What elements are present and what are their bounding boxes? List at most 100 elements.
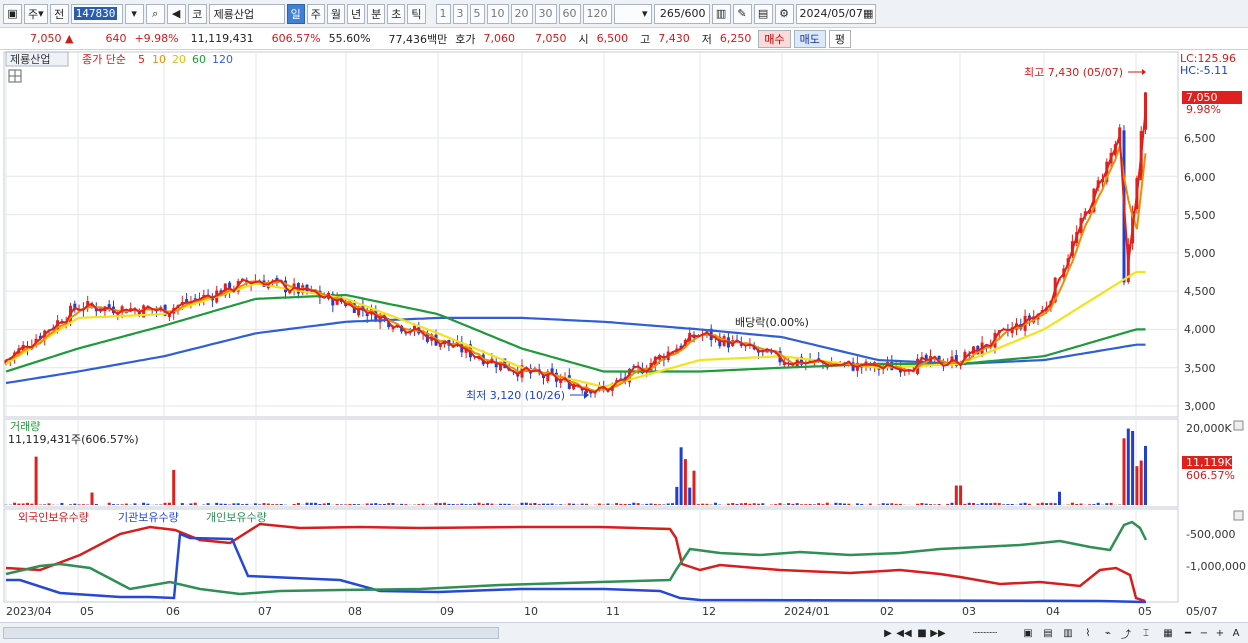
ma20-label: 20	[172, 53, 186, 66]
volume-bar	[60, 502, 64, 505]
period-year[interactable]: 년	[347, 3, 366, 24]
window-icon-2[interactable]: ▥	[1060, 625, 1076, 641]
buy-button[interactable]: 매수	[758, 29, 791, 48]
volume-bar	[886, 503, 889, 505]
volume-bar	[585, 503, 588, 505]
y-tick-6500: 6,500	[1184, 132, 1216, 145]
speaker-icon[interactable]: ◀	[166, 3, 186, 24]
volume-bar	[305, 502, 309, 505]
interval-30[interactable]: 30	[534, 3, 557, 24]
volume-bar	[507, 503, 511, 505]
gear-icon[interactable]: ⚙	[774, 3, 794, 24]
screenshot-icon[interactable]: ▣	[1020, 625, 1036, 641]
interval-1[interactable]: 1	[435, 3, 451, 24]
code-dropdown-button[interactable]: ▾	[124, 3, 144, 24]
stock-chart[interactable]: 제룡산업 종가 단순 5 10 20 60 120 LC:125.96 HC:-…	[0, 50, 1248, 622]
count-field[interactable]: 265/600	[653, 3, 710, 24]
period-day[interactable]: 일	[286, 3, 305, 24]
current-price: 7,050 ▲	[30, 32, 74, 45]
zoom-out-icon[interactable]: −	[1196, 625, 1212, 641]
layout-icon[interactable]: ▤	[1040, 625, 1056, 641]
volume-bar	[688, 487, 692, 505]
volume-bar	[374, 503, 378, 505]
volume-pane-close-icon[interactable]	[1233, 420, 1244, 431]
indicator-icon[interactable]: ⌁	[1100, 625, 1116, 641]
interval-20[interactable]: 20	[510, 3, 533, 24]
open-price: 6,500	[596, 32, 629, 45]
period-month[interactable]: 월	[326, 3, 346, 24]
interval-3[interactable]: 3	[452, 3, 468, 24]
volume-bar	[855, 503, 859, 505]
date-field[interactable]: 2024/05/07 ▦	[795, 3, 876, 24]
draw-tool-icon[interactable]: ⌇	[1080, 625, 1096, 641]
volume-bar	[34, 456, 38, 505]
period-second[interactable]: 초	[387, 3, 406, 24]
sell-button[interactable]: 매도	[793, 29, 826, 48]
volume-bar	[292, 503, 296, 505]
interval-5[interactable]: 5	[469, 3, 485, 24]
trend-icon[interactable]: ⤴	[1118, 625, 1134, 641]
market-select[interactable]: 주 ▾	[24, 3, 48, 24]
high-price: 7,430	[658, 32, 690, 45]
kind-label[interactable]: 코	[187, 3, 207, 24]
period-week[interactable]: 주	[306, 3, 325, 24]
window-icon[interactable]: ▣	[3, 3, 22, 24]
volume-bar	[1105, 503, 1109, 505]
prev-button[interactable]: 전	[49, 3, 69, 24]
period-tick[interactable]: 틱	[407, 3, 426, 24]
volume-bar	[1058, 491, 1061, 505]
volume-bar	[120, 504, 124, 505]
zoom-slider[interactable]: ┈┈┈┈	[955, 625, 1015, 641]
volume-bar	[632, 502, 636, 505]
x-tick-label: 08	[348, 605, 362, 618]
volume-bar	[279, 504, 283, 505]
fast-forward-icon[interactable]: ▶▶	[930, 625, 946, 641]
zoom-in-icon[interactable]: +	[1212, 625, 1228, 641]
volume-bar	[443, 502, 447, 505]
volume-bar	[550, 503, 554, 505]
volume-bar	[206, 503, 210, 505]
stock-name-field[interactable]: 제룡산업	[208, 3, 285, 24]
calendar-icon[interactable]: ▦	[863, 7, 873, 20]
volume-info: 11,119,431주(606.57%)	[8, 433, 139, 446]
volume-bar	[937, 503, 941, 505]
volume-bar	[1122, 438, 1126, 505]
save-icon[interactable]: ▤	[753, 3, 773, 24]
rewind-icon[interactable]: ◀◀	[896, 625, 912, 641]
volume-bar	[43, 504, 47, 505]
volume-bar	[752, 503, 756, 505]
volume-bar	[447, 503, 451, 505]
volume-bar	[954, 485, 958, 505]
volume-bar	[838, 503, 842, 505]
interval-10[interactable]: 10	[486, 3, 509, 24]
stop-icon[interactable]: ■	[914, 625, 930, 641]
interval-60[interactable]: 60	[558, 3, 581, 24]
eval-button[interactable]: 평	[828, 29, 852, 48]
volume-bar	[567, 503, 571, 505]
grid-icon[interactable]: ▦	[1160, 625, 1176, 641]
candle-icon[interactable]: ▥	[711, 3, 731, 24]
interval-custom-dropdown[interactable]: ▾	[613, 3, 652, 24]
volume-bar	[417, 504, 421, 505]
period-minute[interactable]: 분	[367, 3, 386, 24]
volume-bar	[77, 504, 81, 505]
draw-icon[interactable]: ✎	[732, 3, 752, 24]
font-icon[interactable]: A	[1228, 625, 1244, 641]
minus-icon[interactable]: ━	[1180, 625, 1196, 641]
volume-bar	[344, 504, 348, 505]
x-tick-label: 2023/04	[6, 605, 52, 618]
search-icon[interactable]: ⌕	[145, 3, 165, 24]
ruler-icon[interactable]: ⌶	[1138, 625, 1154, 641]
volume-bar	[537, 504, 541, 505]
code-input[interactable]: 147830	[70, 3, 123, 24]
holding-pane-close-icon[interactable]	[1233, 510, 1244, 521]
volume-bar	[245, 503, 249, 505]
horizontal-scrollbar[interactable]	[3, 627, 499, 639]
volume-bar	[1070, 502, 1074, 505]
interval-120[interactable]: 120	[582, 3, 612, 24]
volume-bar	[606, 503, 610, 505]
volume-bar	[1135, 466, 1139, 505]
volume-bar	[1010, 503, 1014, 505]
scroll-right-icon[interactable]: ▶	[880, 625, 896, 641]
volume-bar	[623, 504, 627, 505]
